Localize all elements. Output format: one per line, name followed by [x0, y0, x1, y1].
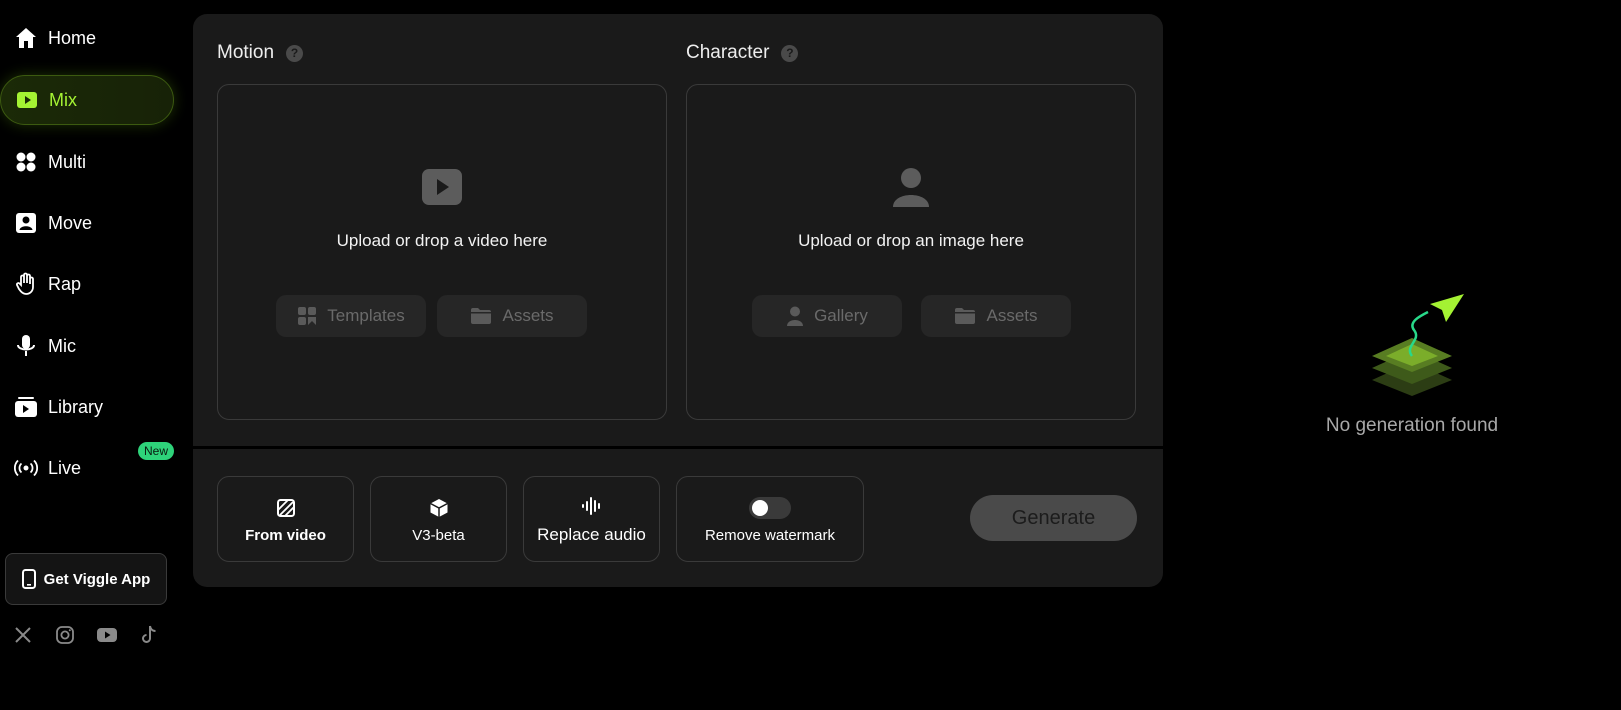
- sidebar: Home Mix Multi Move Rap Mic Library Live…: [0, 0, 180, 710]
- person-card-icon: [14, 211, 38, 235]
- motion-prompt: Upload or drop a video here: [336, 231, 548, 250]
- sidebar-item-label: Library: [48, 396, 104, 417]
- multi-dots-icon: [14, 150, 38, 174]
- upload-section: Motion ? Character ? Upload or drop a vi…: [193, 14, 1163, 446]
- toggle-track: [749, 496, 791, 519]
- sidebar-item-mic[interactable]: Mic: [0, 320, 174, 372]
- person-icon: [786, 306, 804, 326]
- sidebar-item-home[interactable]: Home: [0, 12, 174, 64]
- sidebar-item-move[interactable]: Move: [0, 197, 174, 249]
- motion-header: Motion ?: [217, 42, 304, 64]
- sidebar-item-library[interactable]: Library: [0, 381, 174, 433]
- templates-icon: [297, 306, 317, 326]
- sidebar-item-live[interactable]: Live New: [0, 441, 175, 494]
- get-app-button[interactable]: Get Viggle App: [5, 553, 167, 605]
- templates-label: Templates: [327, 306, 405, 325]
- toggle-knob: [752, 499, 768, 516]
- generate-button[interactable]: Generate: [970, 495, 1137, 541]
- broadcast-icon: [14, 456, 38, 480]
- from-video-label: From video: [245, 526, 326, 544]
- character-dropzone[interactable]: Upload or drop an image here Gallery Ass…: [686, 84, 1136, 420]
- replace-audio-option[interactable]: Replace audio: [523, 476, 660, 562]
- mix-panel: Motion ? Character ? Upload or drop a vi…: [193, 14, 1163, 587]
- character-prompt: Upload or drop an image here: [798, 231, 1024, 250]
- help-icon[interactable]: ?: [286, 44, 304, 62]
- sidebar-item-label: Live: [48, 457, 82, 478]
- v3-beta-option[interactable]: V3-beta: [370, 476, 507, 562]
- replace-audio-label: Replace audio: [537, 525, 646, 544]
- sidebar-item-multi[interactable]: Multi: [0, 136, 174, 188]
- hand-icon: [14, 272, 38, 296]
- play-square-icon: [15, 88, 39, 112]
- section-divider: [193, 446, 1163, 449]
- folder-icon: [470, 307, 492, 325]
- video-play-icon: [422, 169, 462, 210]
- motion-title: Motion: [217, 42, 275, 63]
- help-icon[interactable]: ?: [781, 44, 799, 62]
- assets-label: Assets: [502, 306, 554, 325]
- empty-state-text: No generation found: [1325, 415, 1499, 436]
- motion-assets-button[interactable]: Assets: [437, 295, 587, 337]
- character-title: Character: [686, 42, 770, 63]
- sidebar-item-rap[interactable]: Rap: [0, 258, 174, 310]
- sidebar-item-label: Rap: [48, 273, 82, 294]
- sidebar-item-label: Mic: [48, 335, 76, 356]
- live-label-wrap: Live New: [48, 441, 175, 479]
- templates-button[interactable]: Templates: [276, 295, 426, 337]
- striped-square-icon: [276, 495, 295, 521]
- layers-plane-icon: [1352, 294, 1472, 404]
- social-links: [12, 624, 160, 646]
- sidebar-item-label: Home: [48, 27, 97, 48]
- home-icon: [14, 26, 38, 50]
- remove-watermark-label: Remove watermark: [704, 526, 836, 544]
- gallery-label: Gallery: [814, 306, 868, 325]
- sidebar-item-label: Move: [48, 212, 93, 233]
- person-icon: [892, 167, 930, 212]
- audio-wave-icon: [581, 493, 603, 519]
- youtube-icon[interactable]: [96, 624, 118, 646]
- sidebar-item-label: Multi: [48, 151, 87, 172]
- phone-icon: [21, 569, 36, 589]
- v3-beta-label: V3-beta: [412, 526, 465, 544]
- character-assets-button[interactable]: Assets: [921, 295, 1071, 337]
- folder-icon: [954, 307, 976, 325]
- from-video-option[interactable]: From video: [217, 476, 354, 562]
- new-badge: New: [138, 441, 175, 460]
- instagram-icon[interactable]: [54, 624, 76, 646]
- assets-label: Assets: [986, 306, 1038, 325]
- mic-icon: [14, 334, 38, 358]
- empty-state: No generation found: [1300, 290, 1524, 437]
- get-app-label: Get Viggle App: [43, 570, 151, 588]
- motion-dropzone[interactable]: Upload or drop a video here Templates As…: [217, 84, 667, 420]
- cube-icon: [429, 495, 449, 521]
- remove-watermark-option[interactable]: Remove watermark: [676, 476, 864, 562]
- sidebar-item-label: Mix: [49, 89, 77, 110]
- tiktok-icon[interactable]: [138, 624, 160, 646]
- watermark-toggle[interactable]: [749, 495, 791, 521]
- character-header: Character ?: [686, 42, 799, 64]
- sidebar-item-mix[interactable]: Mix: [0, 75, 174, 125]
- library-icon: [14, 395, 38, 419]
- gallery-button[interactable]: Gallery: [752, 295, 902, 337]
- x-icon[interactable]: [12, 624, 34, 646]
